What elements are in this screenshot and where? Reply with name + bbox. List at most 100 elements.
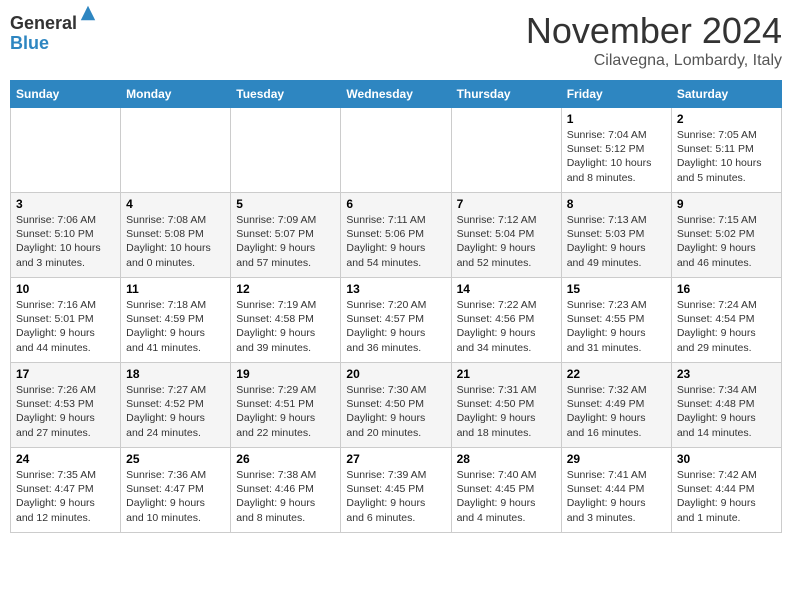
month-title: November 2024 — [526, 10, 782, 52]
day-info: Sunrise: 7:42 AM Sunset: 4:44 PM Dayligh… — [677, 468, 776, 525]
day-number: 24 — [16, 452, 115, 466]
calendar-cell: 18 Sunrise: 7:27 AM Sunset: 4:52 PM Dayli… — [121, 363, 231, 448]
day-info: Sunrise: 7:32 AM Sunset: 4:49 PM Dayligh… — [567, 383, 666, 440]
day-info: Sunrise: 7:24 AM Sunset: 4:54 PM Dayligh… — [677, 298, 776, 355]
calendar-cell: 19 Sunrise: 7:29 AM Sunset: 4:51 PM Dayli… — [231, 363, 341, 448]
calendar-cell: 8 Sunrise: 7:13 AM Sunset: 5:03 PM Daylig… — [561, 193, 671, 278]
calendar-week-row: 24 Sunrise: 7:35 AM Sunset: 4:47 PM Dayli… — [11, 448, 782, 533]
weekday-header-friday: Friday — [561, 81, 671, 108]
day-number: 23 — [677, 367, 776, 381]
calendar-cell: 24 Sunrise: 7:35 AM Sunset: 4:47 PM Dayli… — [11, 448, 121, 533]
calendar-table: SundayMondayTuesdayWednesdayThursdayFrid… — [10, 80, 782, 533]
calendar-cell: 10Sunrise: 7:16 AM Sunset: 5:01 PM Dayli… — [11, 278, 121, 363]
calendar-cell: 7Sunrise: 7:12 AM Sunset: 5:04 PM Daylig… — [451, 193, 561, 278]
calendar-cell: 4 Sunrise: 7:08 AM Sunset: 5:08 PM Daylig… — [121, 193, 231, 278]
day-number: 19 — [236, 367, 335, 381]
day-number: 13 — [346, 282, 445, 296]
calendar-cell: 30Sunrise: 7:42 AM Sunset: 4:44 PM Dayli… — [671, 448, 781, 533]
calendar-cell: 15Sunrise: 7:23 AM Sunset: 4:55 PM Dayli… — [561, 278, 671, 363]
day-info: Sunrise: 7:27 AM Sunset: 4:52 PM Dayligh… — [126, 383, 225, 440]
calendar-week-row: 1Sunrise: 7:04 AM Sunset: 5:12 PM Daylig… — [11, 108, 782, 193]
calendar-cell — [231, 108, 341, 193]
day-number: 1 — [567, 112, 666, 126]
day-number: 25 — [126, 452, 225, 466]
day-info: Sunrise: 7:29 AM Sunset: 4:51 PM Dayligh… — [236, 383, 335, 440]
day-number: 22 — [567, 367, 666, 381]
logo-general-text: General — [10, 14, 77, 34]
day-number: 11 — [126, 282, 225, 296]
calendar-cell: 16 Sunrise: 7:24 AM Sunset: 4:54 PM Dayli… — [671, 278, 781, 363]
calendar-cell: 2Sunrise: 7:05 AM Sunset: 5:11 PM Daylig… — [671, 108, 781, 193]
day-info: Sunrise: 7:16 AM Sunset: 5:01 PM Dayligh… — [16, 298, 115, 355]
day-number: 18 — [126, 367, 225, 381]
calendar-cell — [11, 108, 121, 193]
calendar-cell: 22 Sunrise: 7:32 AM Sunset: 4:49 PM Dayli… — [561, 363, 671, 448]
title-area: November 2024 Cilavegna, Lombardy, Italy — [526, 10, 782, 70]
day-number: 21 — [457, 367, 556, 381]
day-number: 14 — [457, 282, 556, 296]
calendar-cell: 29 Sunrise: 7:41 AM Sunset: 4:44 PM Dayli… — [561, 448, 671, 533]
calendar-cell: 25 Sunrise: 7:36 AM Sunset: 4:47 PM Dayli… — [121, 448, 231, 533]
calendar-week-row: 10Sunrise: 7:16 AM Sunset: 5:01 PM Dayli… — [11, 278, 782, 363]
day-info: Sunrise: 7:41 AM Sunset: 4:44 PM Dayligh… — [567, 468, 666, 525]
calendar-cell: 26 Sunrise: 7:38 AM Sunset: 4:46 PM Dayli… — [231, 448, 341, 533]
weekday-header-thursday: Thursday — [451, 81, 561, 108]
day-info: Sunrise: 7:39 AM Sunset: 4:45 PM Dayligh… — [346, 468, 445, 525]
day-info: Sunrise: 7:31 AM Sunset: 4:50 PM Dayligh… — [457, 383, 556, 440]
logo-blue-text: Blue — [10, 34, 77, 54]
weekday-header-wednesday: Wednesday — [341, 81, 451, 108]
header: General Blue November 2024 Cilavegna, Lo… — [10, 10, 782, 70]
calendar-week-row: 17Sunrise: 7:26 AM Sunset: 4:53 PM Dayli… — [11, 363, 782, 448]
day-info: Sunrise: 7:20 AM Sunset: 4:57 PM Dayligh… — [346, 298, 445, 355]
day-info: Sunrise: 7:09 AM Sunset: 5:07 PM Dayligh… — [236, 213, 335, 270]
day-number: 5 — [236, 197, 335, 211]
day-info: Sunrise: 7:08 AM Sunset: 5:08 PM Dayligh… — [126, 213, 225, 270]
weekday-header-tuesday: Tuesday — [231, 81, 341, 108]
day-number: 8 — [567, 197, 666, 211]
calendar-cell: 11 Sunrise: 7:18 AM Sunset: 4:59 PM Dayli… — [121, 278, 231, 363]
day-number: 9 — [677, 197, 776, 211]
day-number: 27 — [346, 452, 445, 466]
day-info: Sunrise: 7:22 AM Sunset: 4:56 PM Dayligh… — [457, 298, 556, 355]
day-number: 6 — [346, 197, 445, 211]
calendar-cell: 14 Sunrise: 7:22 AM Sunset: 4:56 PM Dayli… — [451, 278, 561, 363]
day-number: 12 — [236, 282, 335, 296]
weekday-header-sunday: Sunday — [11, 81, 121, 108]
day-info: Sunrise: 7:19 AM Sunset: 4:58 PM Dayligh… — [236, 298, 335, 355]
calendar-cell: 1Sunrise: 7:04 AM Sunset: 5:12 PM Daylig… — [561, 108, 671, 193]
day-info: Sunrise: 7:06 AM Sunset: 5:10 PM Dayligh… — [16, 213, 115, 270]
day-info: Sunrise: 7:23 AM Sunset: 4:55 PM Dayligh… — [567, 298, 666, 355]
day-info: Sunrise: 7:18 AM Sunset: 4:59 PM Dayligh… — [126, 298, 225, 355]
day-number: 26 — [236, 452, 335, 466]
calendar-cell: 21 Sunrise: 7:31 AM Sunset: 4:50 PM Dayli… — [451, 363, 561, 448]
calendar-cell — [121, 108, 231, 193]
day-number: 28 — [457, 452, 556, 466]
calendar-cell: 23 Sunrise: 7:34 AM Sunset: 4:48 PM Dayli… — [671, 363, 781, 448]
day-number: 3 — [16, 197, 115, 211]
calendar-week-row: 3 Sunrise: 7:06 AM Sunset: 5:10 PM Daylig… — [11, 193, 782, 278]
day-info: Sunrise: 7:38 AM Sunset: 4:46 PM Dayligh… — [236, 468, 335, 525]
calendar-cell: 9 Sunrise: 7:15 AM Sunset: 5:02 PM Daylig… — [671, 193, 781, 278]
day-info: Sunrise: 7:35 AM Sunset: 4:47 PM Dayligh… — [16, 468, 115, 525]
calendar-cell: 28Sunrise: 7:40 AM Sunset: 4:45 PM Dayli… — [451, 448, 561, 533]
day-number: 29 — [567, 452, 666, 466]
day-number: 16 — [677, 282, 776, 296]
day-number: 4 — [126, 197, 225, 211]
day-info: Sunrise: 7:15 AM Sunset: 5:02 PM Dayligh… — [677, 213, 776, 270]
day-info: Sunrise: 7:34 AM Sunset: 4:48 PM Dayligh… — [677, 383, 776, 440]
calendar-cell: 17Sunrise: 7:26 AM Sunset: 4:53 PM Dayli… — [11, 363, 121, 448]
day-info: Sunrise: 7:13 AM Sunset: 5:03 PM Dayligh… — [567, 213, 666, 270]
calendar-cell — [451, 108, 561, 193]
logo: General Blue — [10, 14, 97, 54]
day-info: Sunrise: 7:36 AM Sunset: 4:47 PM Dayligh… — [126, 468, 225, 525]
weekday-header-row: SundayMondayTuesdayWednesdayThursdayFrid… — [11, 81, 782, 108]
day-number: 17 — [16, 367, 115, 381]
day-number: 2 — [677, 112, 776, 126]
calendar-cell: 20Sunrise: 7:30 AM Sunset: 4:50 PM Dayli… — [341, 363, 451, 448]
day-info: Sunrise: 7:11 AM Sunset: 5:06 PM Dayligh… — [346, 213, 445, 270]
day-number: 20 — [346, 367, 445, 381]
day-info: Sunrise: 7:12 AM Sunset: 5:04 PM Dayligh… — [457, 213, 556, 270]
location-title: Cilavegna, Lombardy, Italy — [526, 52, 782, 70]
calendar-cell: 3 Sunrise: 7:06 AM Sunset: 5:10 PM Daylig… — [11, 193, 121, 278]
calendar-cell: 27 Sunrise: 7:39 AM Sunset: 4:45 PM Dayli… — [341, 448, 451, 533]
